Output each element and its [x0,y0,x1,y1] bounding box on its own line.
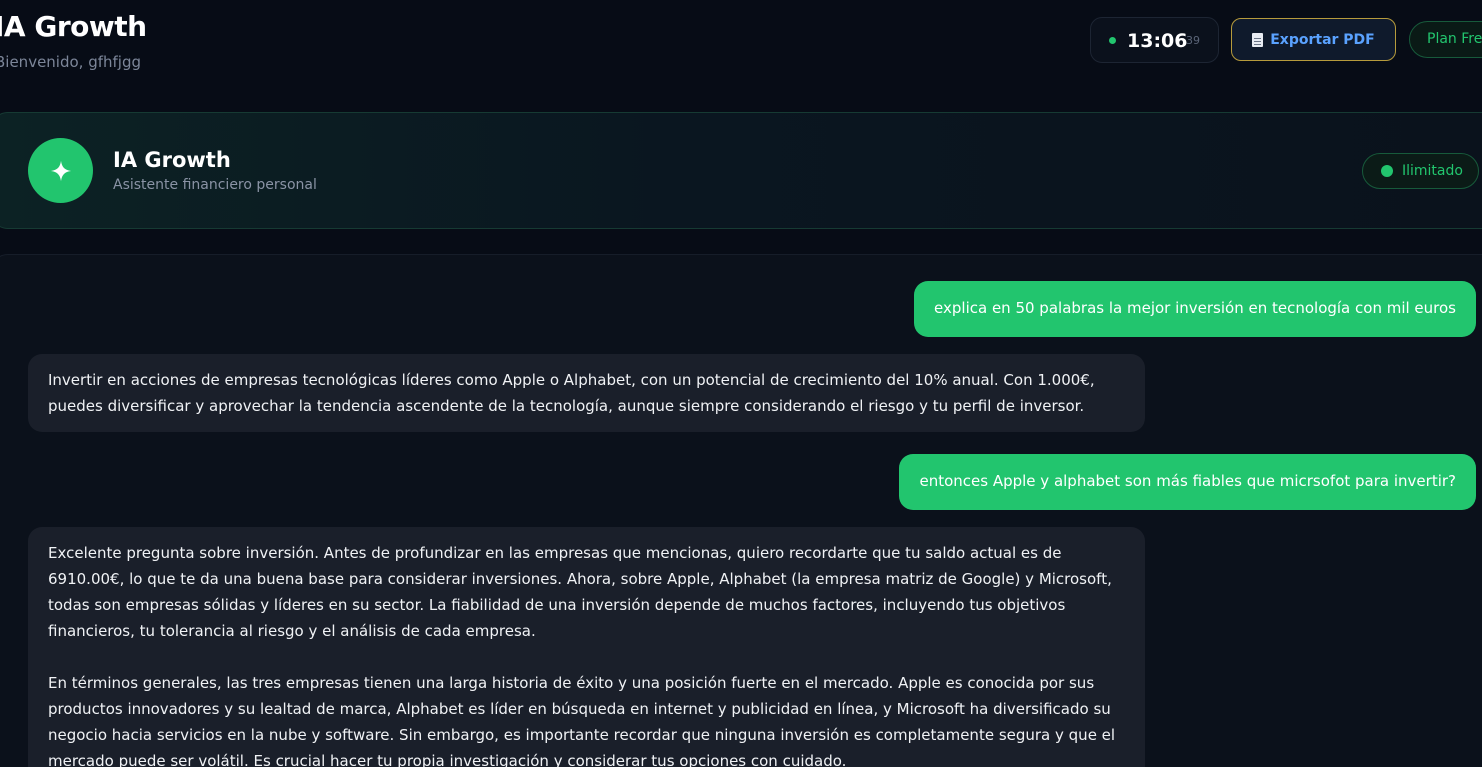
message-line: todas son empresas sólidas y líderes en … [48,596,1066,614]
message-line: financieros, tu tolerancia al riesgo y e… [48,622,536,640]
user-message: entonces Apple y alphabet son más fiable… [899,454,1476,510]
assistant-message: Excelente pregunta sobre inversión. Ante… [28,527,1145,767]
status-badge: Ilimitado [1362,153,1479,189]
message-line: En términos generales, las tres empresas… [48,674,1095,692]
status-dot-icon [1381,165,1393,177]
live-dot-icon [1109,37,1116,44]
clock-widget: 13:06 39 [1090,17,1219,63]
clock-seconds: 39 [1186,34,1200,47]
plan-label: Plan Free [1427,31,1482,47]
plan-badge-button[interactable]: Plan Free [1409,21,1482,58]
app-page: IA Growth Bienvenido, gfhfjgg 13:06 39 E… [0,0,1482,767]
chat-panel[interactable]: explica en 50 palabras la mejor inversió… [0,254,1482,767]
message-line: mercado puede ser volátil. Es crucial ha… [48,752,847,767]
assistant-avatar [28,138,93,203]
clock-time: 13:06 [1127,30,1188,52]
message-line: productos innovadores y su lealtad de ma… [48,700,1111,718]
message-line: puedes diversificar y aprovechar la tend… [48,397,1085,415]
assistant-message: Invertir en acciones de empresas tecnoló… [28,354,1145,432]
message-line: Invertir en acciones de empresas tecnoló… [48,371,1095,389]
user-message: explica en 50 palabras la mejor inversió… [914,281,1476,337]
assistant-card: IA Growth Asistente financiero personal … [0,112,1482,229]
message-line: negocio hacia servicios en la nube y sof… [48,726,1116,744]
assistant-name: IA Growth [113,148,231,172]
message-line: Excelente pregunta sobre inversión. Ante… [48,544,1062,562]
export-pdf-button[interactable]: Exportar PDF [1231,18,1396,61]
status-text: Ilimitado [1402,163,1463,179]
message-text: explica en 50 palabras la mejor inversió… [934,299,1456,317]
export-pdf-label: Exportar PDF [1270,31,1375,48]
message-text: entonces Apple y alphabet son más fiable… [919,472,1456,490]
top-header: IA Growth Bienvenido, gfhfjgg 13:06 39 E… [0,0,1482,100]
sparkle-icon [50,160,71,181]
document-icon [1252,32,1264,47]
message-line: 6910.00€, lo que te da una buena base pa… [48,570,1112,588]
assistant-subtitle: Asistente financiero personal [113,177,317,193]
page-title: IA Growth [0,10,147,43]
welcome-text: Bienvenido, gfhfjgg [0,53,142,71]
